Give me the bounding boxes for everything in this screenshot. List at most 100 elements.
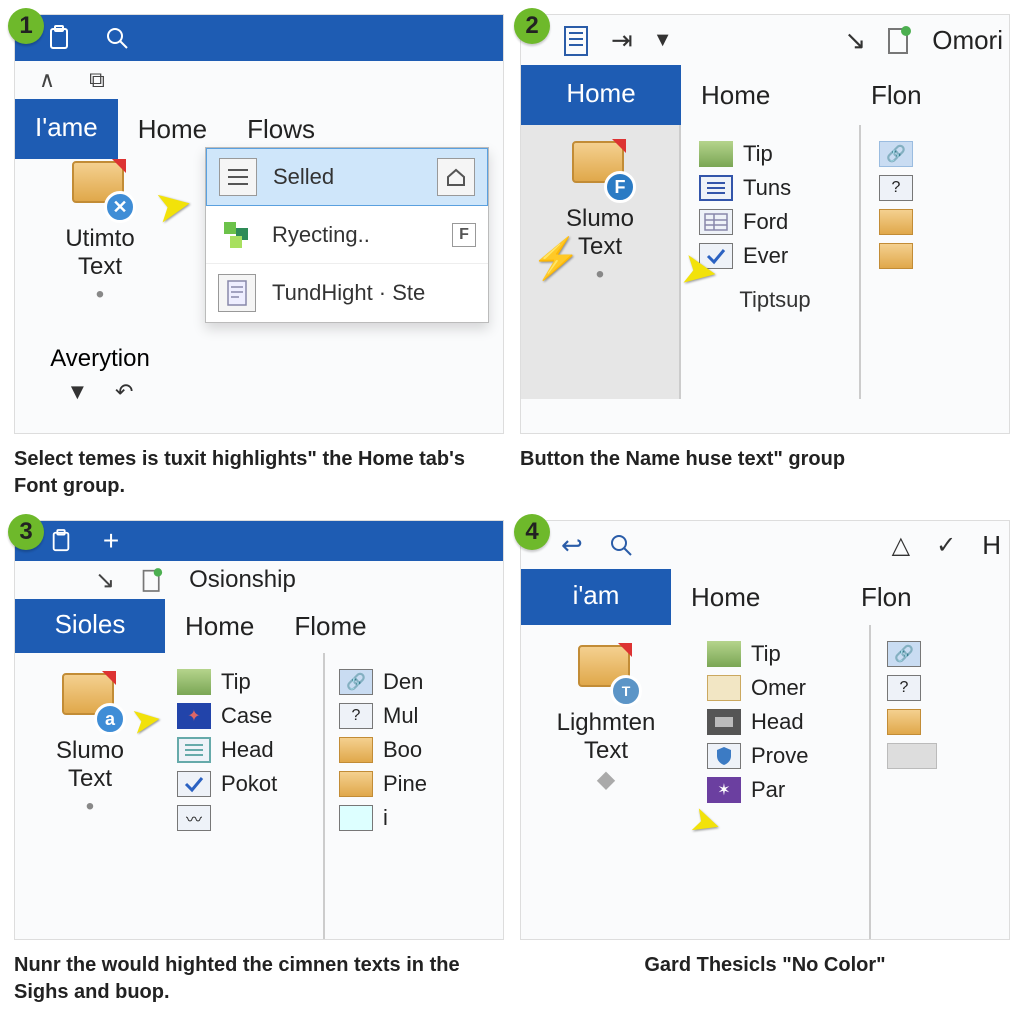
caption: Button the Name huse text" group	[520, 446, 1010, 473]
group-right: 🔗 ?	[861, 125, 921, 399]
chevron-row: ▼ ↶	[15, 379, 185, 405]
group-list-b: 🔗 ?	[871, 625, 945, 939]
tab-home[interactable]: Home	[165, 599, 274, 653]
tab-home[interactable]: Home	[671, 569, 841, 625]
step-badge: 2	[514, 8, 550, 44]
align-icon[interactable]: ⇥	[611, 25, 633, 56]
blank-swatch-icon	[887, 743, 937, 769]
check-mark-icon[interactable]: ✓	[936, 531, 956, 560]
item-boo[interactable]: Boo	[331, 733, 435, 767]
redo-arrow-icon[interactable]: ↘	[95, 566, 115, 595]
tab-sioles[interactable]: Sioles	[15, 599, 165, 653]
quick-toolbar: ∧ ⧉	[15, 61, 503, 99]
search-icon[interactable]	[609, 533, 633, 557]
item-tuns[interactable]: Tuns	[691, 171, 859, 205]
titlebar	[15, 15, 503, 61]
chevron-down-icon[interactable]: ▼	[67, 379, 89, 404]
insert-icon[interactable]: ⧉	[89, 67, 105, 93]
doc-title: Osionship	[189, 566, 296, 594]
group-label-1: Lighmten	[521, 709, 691, 737]
bolt-icon: ⚡	[531, 235, 581, 282]
table-icon	[699, 209, 733, 235]
group-button-lighmten[interactable]: T Lighmten Text ◆	[521, 625, 691, 939]
item-tip[interactable]: Tip	[691, 137, 859, 171]
badge-x-icon: ✕	[104, 191, 136, 223]
lines-icon	[177, 737, 211, 763]
question-icon: ?	[339, 703, 373, 729]
dot-icon: •	[15, 281, 185, 309]
list-icon	[219, 158, 257, 196]
step-4: 4 ↩ △ ✓ H i'am Home Flon	[520, 520, 1010, 1010]
item-omer[interactable]: Omer	[699, 671, 869, 705]
screenshot-2: ⇥ ▼ ↘ Omori Home Home Flon F	[520, 14, 1010, 434]
folder-icon: a	[62, 673, 118, 729]
item-pine[interactable]: Pine	[331, 767, 435, 801]
item-par[interactable]: ✶Par	[699, 773, 869, 807]
item-question[interactable]: ?	[871, 171, 921, 205]
item-folder[interactable]	[879, 705, 945, 739]
triangle-icon[interactable]: △	[892, 531, 910, 560]
doc-icon	[339, 805, 373, 831]
menu-item-tundhight[interactable]: TundHight · Ste	[206, 264, 488, 322]
folder-icon	[879, 209, 913, 235]
undo-arrow-icon[interactable]: ↶	[115, 379, 133, 404]
menu-item-selled[interactable]: Selled	[206, 148, 488, 206]
item-link[interactable]: 🔗	[871, 137, 921, 171]
badge-a-icon: a	[94, 703, 126, 735]
folder-icon: F	[572, 141, 628, 197]
item-head[interactable]: Head	[169, 733, 323, 767]
check-icon	[177, 771, 211, 797]
group-button-slumo[interactable]: a Slumo Text •	[15, 653, 165, 939]
quick-toolbar: ↘ Osionship	[15, 561, 503, 599]
pointer-arrow-icon: ➤	[128, 697, 164, 743]
quick-toolbar: ⇥ ▼ ↘ Omori	[521, 15, 1009, 65]
item-den[interactable]: 🔗Den	[331, 665, 435, 699]
item-ford[interactable]: Ford	[691, 205, 859, 239]
item-prove[interactable]: Prove	[699, 739, 869, 773]
caption: Select temes is tuxit highlights" the Ho…	[14, 446, 504, 500]
home-sub-icon	[437, 158, 475, 196]
diamond-icon: ◆	[521, 765, 691, 794]
search-icon[interactable]	[103, 24, 131, 52]
item-mul[interactable]: ?Mul	[331, 699, 435, 733]
group-list-a: Tip ✦Case Head Pokot 〰	[165, 653, 325, 939]
item-head[interactable]: Head	[699, 705, 869, 739]
swirl-icon: 〰	[177, 805, 211, 831]
item-tip[interactable]: Tip	[169, 665, 323, 699]
tab-flon[interactable]: Flon	[851, 65, 942, 125]
item-blank[interactable]	[879, 739, 945, 773]
item-i[interactable]: i	[331, 801, 435, 835]
shield-icon	[707, 743, 741, 769]
lines-icon	[699, 175, 733, 201]
step-badge: 1	[8, 8, 44, 44]
item-case[interactable]: ✦Case	[169, 699, 323, 733]
item-folder1[interactable]	[871, 205, 921, 239]
squares-icon	[218, 216, 256, 254]
tab-home-active[interactable]: Home	[521, 65, 681, 125]
clipboard-icon	[47, 527, 75, 555]
link-icon: 🔗	[339, 669, 373, 695]
item-link[interactable]: 🔗	[879, 637, 945, 671]
tabs: Sioles Home Flome	[15, 599, 503, 653]
screenshot-3: + ↘ Osionship Sioles Home Flome a	[14, 520, 504, 940]
chevron-down-icon[interactable]: ▼	[653, 29, 673, 52]
item-extra[interactable]: 〰	[169, 801, 323, 835]
menu-label: Ryecting..	[272, 222, 370, 248]
tab-active[interactable]: I'ame	[15, 99, 118, 159]
tab-flon[interactable]: Flon	[841, 569, 932, 625]
landscape-icon	[707, 641, 741, 667]
item-folder2[interactable]	[871, 239, 921, 273]
item-tip[interactable]: Tip	[699, 637, 869, 671]
tab-iam[interactable]: i'am	[521, 569, 671, 625]
tab-flome[interactable]: Flome	[274, 599, 386, 653]
redo-arrow-icon[interactable]: ↘	[844, 25, 866, 56]
doc-save-icon[interactable]	[561, 23, 591, 57]
share-icon[interactable]: ↩	[561, 530, 583, 561]
item-question[interactable]: ?	[879, 671, 945, 705]
group-list-b: 🔗Den ?Mul Boo Pine i	[325, 653, 435, 939]
plus-icon[interactable]: +	[97, 527, 125, 555]
tab-home[interactable]: Home	[681, 65, 851, 125]
item-pokot[interactable]: Pokot	[169, 767, 323, 801]
badge-f-icon: F	[604, 171, 636, 203]
menu-item-ryecting[interactable]: Ryecting.. F	[206, 206, 488, 264]
